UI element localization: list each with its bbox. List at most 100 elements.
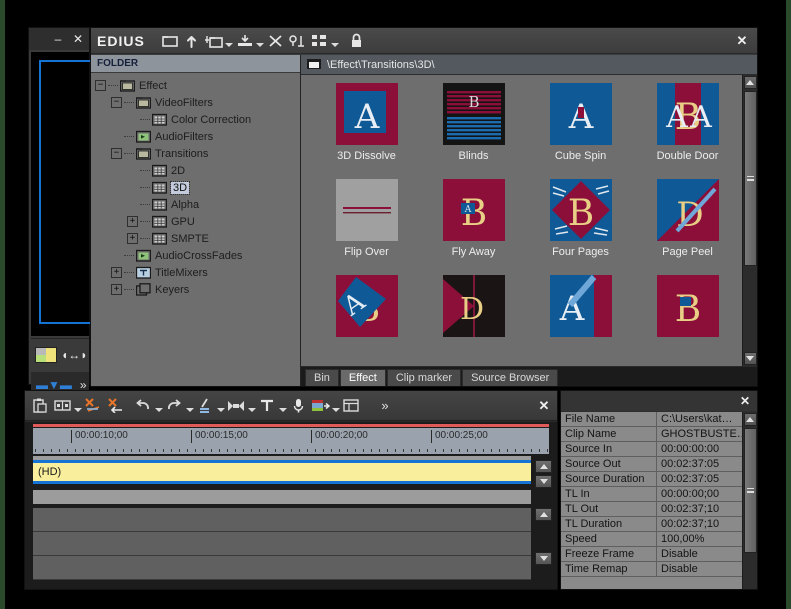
tree-item-2d[interactable]: 2D bbox=[95, 162, 300, 179]
effect-item[interactable]: A 3D Dissolve bbox=[313, 83, 420, 179]
duplicate-dropdown[interactable] bbox=[73, 396, 82, 416]
player-minimize-button[interactable]: – bbox=[51, 32, 65, 46]
property-row[interactable]: TL Duration 00:02:37;10 bbox=[561, 517, 742, 532]
effect-grid-scrollbar[interactable] bbox=[742, 75, 757, 366]
tree-item-transitions[interactable]: − Transitions bbox=[95, 145, 300, 162]
scrollbar-thumb[interactable] bbox=[743, 91, 757, 266]
effect-item[interactable]: B bbox=[634, 275, 741, 366]
track-audio-2[interactable] bbox=[33, 556, 531, 580]
effect-thumbnail[interactable]: BAA bbox=[656, 83, 719, 145]
tree-item-titlemixers[interactable]: + TitleMixers bbox=[95, 264, 300, 281]
expand-icon[interactable]: » bbox=[374, 396, 396, 416]
tree-item-smpte[interactable]: + SMPTE bbox=[95, 230, 300, 247]
mixer-icon[interactable] bbox=[309, 396, 331, 416]
property-row[interactable]: Source Duration 00:02:37:05 bbox=[561, 472, 742, 487]
effect-item[interactable]: A Cube Spin bbox=[527, 83, 634, 179]
track-video-1[interactable]: (HD) bbox=[33, 460, 531, 484]
track-audio-buttons[interactable] bbox=[535, 552, 553, 565]
property-row[interactable]: Source Out 00:02:37:05 bbox=[561, 457, 742, 472]
tree-item-videofilters[interactable]: − VideoFilters bbox=[95, 94, 300, 111]
redo-dropdown[interactable] bbox=[185, 396, 194, 416]
tree-expander[interactable]: − bbox=[111, 148, 122, 159]
player-video-canvas[interactable] bbox=[31, 52, 91, 336]
track-video-2[interactable] bbox=[33, 508, 531, 532]
info-scroll-up-button[interactable] bbox=[743, 413, 757, 426]
import-dropdown[interactable] bbox=[256, 31, 265, 51]
new-folder-icon[interactable] bbox=[203, 31, 225, 51]
title-dropdown[interactable] bbox=[278, 396, 287, 416]
clip-properties-table[interactable]: File Name C:\Users\kat… Clip Name GHOSTBUST… bbox=[561, 412, 742, 589]
tree-item-keyers[interactable]: + Keyers bbox=[95, 281, 300, 298]
track-collapse-down-button[interactable] bbox=[535, 475, 552, 488]
effect-thumbnail[interactable]: A bbox=[335, 83, 398, 145]
timeline-ruler[interactable]: 00:00:10;00 00:00:15;00 00:00:20;00 00:00:2… bbox=[33, 428, 549, 454]
information-scrollbar[interactable] bbox=[742, 412, 757, 589]
folder-tree[interactable]: − Effect − VideoFilters Color Correction Audi… bbox=[91, 73, 300, 386]
effect-grid[interactable]: A3D DissolveBBlindsACube SpinBAADouble D… bbox=[301, 75, 742, 366]
tree-item-color-correction[interactable]: Color Correction bbox=[95, 111, 300, 128]
effect-item[interactable]: D Page Peel bbox=[634, 179, 741, 275]
rename-icon[interactable] bbox=[287, 31, 309, 51]
track2-expand-up-button[interactable] bbox=[535, 508, 552, 521]
open-folder-icon[interactable] bbox=[159, 31, 181, 51]
match-frame-dropdown[interactable] bbox=[247, 396, 256, 416]
property-row[interactable]: TL In 00:00:00;00 bbox=[561, 487, 742, 502]
tree-expander[interactable]: + bbox=[111, 284, 122, 295]
duplicate-icon[interactable] bbox=[51, 396, 73, 416]
color-swatch-icon[interactable] bbox=[35, 346, 57, 363]
voice-over-icon[interactable] bbox=[287, 396, 309, 416]
undo-icon[interactable] bbox=[132, 396, 154, 416]
track-expand-up-button[interactable] bbox=[535, 460, 552, 473]
cut-dropdown[interactable] bbox=[216, 396, 225, 416]
view-mode-icon[interactable] bbox=[309, 31, 331, 51]
effect-item[interactable]: BA bbox=[313, 275, 420, 366]
bin-tab-bar[interactable]: Bin Effect Clip marker Source Browser bbox=[301, 366, 757, 386]
property-row[interactable]: Freeze Frame Disable bbox=[561, 547, 742, 562]
ripple-delete-icon[interactable] bbox=[82, 396, 104, 416]
info-scrollbar-thumb[interactable] bbox=[743, 428, 757, 553]
mixer-dropdown[interactable] bbox=[331, 396, 340, 416]
effect-thumbnail[interactable]: BA bbox=[335, 275, 398, 337]
effect-item[interactable]: BA Fly Away bbox=[420, 179, 527, 275]
effect-thumbnail[interactable]: BA bbox=[442, 179, 505, 241]
effect-item[interactable]: A bbox=[527, 275, 634, 366]
track3-collapse-down-button[interactable] bbox=[535, 552, 552, 565]
track-video-1-buttons[interactable] bbox=[535, 460, 553, 488]
timeline-clip-hd[interactable]: (HD) bbox=[33, 460, 531, 484]
tree-expander[interactable]: + bbox=[127, 216, 138, 227]
cut-icon[interactable] bbox=[194, 396, 216, 416]
effect-item[interactable]: B Four Pages bbox=[527, 179, 634, 275]
tree-item-3d[interactable]: 3D bbox=[95, 179, 300, 196]
tree-expander[interactable]: + bbox=[127, 233, 138, 244]
track-panel-icon[interactable] bbox=[340, 396, 362, 416]
property-row[interactable]: Source In 00:00:00:00 bbox=[561, 442, 742, 457]
lock-icon[interactable] bbox=[346, 31, 368, 51]
tree-expander[interactable]: − bbox=[111, 97, 122, 108]
property-row[interactable]: Speed 100,00% bbox=[561, 532, 742, 547]
import-icon[interactable] bbox=[234, 31, 256, 51]
information-close-button[interactable]: ✕ bbox=[737, 394, 753, 408]
track-audio-1[interactable] bbox=[33, 532, 531, 556]
fit-width-icon[interactable]: ◖↔◗ bbox=[61, 348, 88, 362]
tab-effect[interactable]: Effect bbox=[339, 369, 386, 386]
scroll-up-button[interactable] bbox=[743, 76, 757, 89]
paste-icon[interactable] bbox=[29, 396, 51, 416]
track-video-1-extra[interactable] bbox=[33, 490, 531, 504]
tab-clip-marker[interactable]: Clip marker bbox=[386, 369, 462, 386]
scroll-down-button[interactable] bbox=[743, 352, 757, 365]
property-row[interactable]: File Name C:\Users\kat… bbox=[561, 412, 742, 427]
effect-thumbnail[interactable]: A bbox=[549, 275, 612, 337]
tree-item-audiofilters[interactable]: AudioFilters bbox=[95, 128, 300, 145]
property-row[interactable]: Clip Name GHOSTBUSTE… bbox=[561, 427, 742, 442]
up-folder-icon[interactable] bbox=[181, 31, 203, 51]
delete-in-out-icon[interactable] bbox=[104, 396, 126, 416]
effect-thumbnail[interactable]: D bbox=[442, 275, 505, 337]
property-row[interactable]: TL Out 00:02:37;10 bbox=[561, 502, 742, 517]
tree-expander[interactable]: − bbox=[95, 80, 106, 91]
player-close-button[interactable]: ✕ bbox=[71, 32, 85, 46]
tab-bin[interactable]: Bin bbox=[305, 369, 339, 386]
tree-expander[interactable]: + bbox=[111, 267, 122, 278]
effect-window-close-button[interactable]: ✕ bbox=[733, 32, 751, 50]
effect-thumbnail[interactable]: D bbox=[656, 179, 719, 241]
property-row[interactable]: Time Remap Disable bbox=[561, 562, 742, 577]
